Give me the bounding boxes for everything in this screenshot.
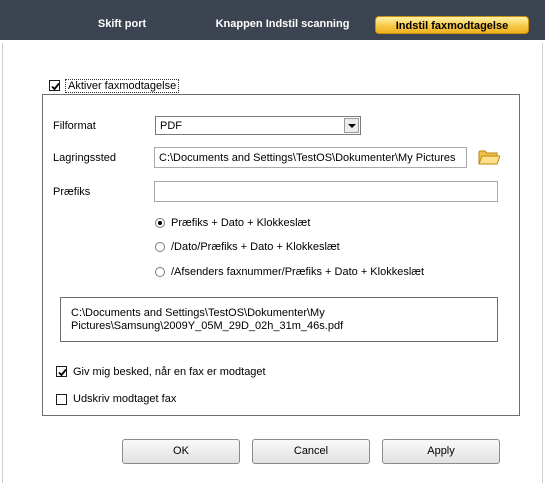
filename-preview-line1: C:\Documents and Settings\TestOS\Dokumen… xyxy=(71,307,325,319)
storage-location-label: Lagringssted xyxy=(53,152,116,164)
tab-change-port[interactable]: Skift port xyxy=(52,15,192,34)
enable-fax-receive-checkbox[interactable] xyxy=(49,80,60,91)
file-format-value: PDF xyxy=(160,120,182,132)
cancel-button[interactable]: Cancel xyxy=(252,439,370,464)
folder-icon[interactable] xyxy=(478,148,500,166)
chevron-down-icon[interactable] xyxy=(344,118,359,133)
prefix-field[interactable] xyxy=(154,181,498,202)
enable-fax-receive-label: Aktiver faxmodtagelse xyxy=(65,79,180,93)
filename-preview-box: C:\Documents and Settings\TestOS\Dokumen… xyxy=(60,297,498,342)
prefix-label: Præfiks xyxy=(53,186,91,198)
storage-location-value: C:\Documents and Settings\TestOS\Dokumen… xyxy=(159,152,456,164)
enable-fax-receive-toggle[interactable]: Aktiver faxmodtagelse xyxy=(49,78,180,94)
print-received-fax-label: Udskriv modtaget fax xyxy=(73,393,177,405)
notify-on-fax-checkbox[interactable] xyxy=(56,366,67,377)
ok-button[interactable]: OK xyxy=(122,439,240,464)
filename-preview-line2: Pictures\Samsung\2009Y_05M_29D_02h_31m_4… xyxy=(71,320,344,332)
radio-selected-dot xyxy=(158,221,162,225)
naming-option-label: /Dato/Præfiks + Dato + Klokkeslæt xyxy=(171,241,340,253)
notify-on-fax-label: Giv mig besked, når en fax er modtaget xyxy=(73,366,266,378)
naming-option-radio[interactable] xyxy=(155,267,165,277)
naming-option-label: Præfiks + Dato + Klokkeslæt xyxy=(171,217,311,229)
tab-bar: Skift port Knappen Indstil scanning Inds… xyxy=(0,0,545,40)
apply-button[interactable]: Apply xyxy=(382,439,500,464)
naming-option-radio[interactable] xyxy=(155,242,165,252)
storage-location-field[interactable]: C:\Documents and Settings\TestOS\Dokumen… xyxy=(154,147,467,168)
file-format-select[interactable]: PDF xyxy=(155,116,361,135)
file-format-label: Filformat xyxy=(53,120,96,132)
naming-option-radio[interactable] xyxy=(155,218,165,228)
naming-option-label: /Afsenders faxnummer/Præfiks + Dato + Kl… xyxy=(171,266,425,278)
tab-fax-receive-settings[interactable]: Indstil faxmodtagelse xyxy=(375,16,529,34)
print-received-fax-checkbox[interactable] xyxy=(56,394,67,405)
tab-scan-button-settings[interactable]: Knappen Indstil scanning xyxy=(195,15,370,34)
